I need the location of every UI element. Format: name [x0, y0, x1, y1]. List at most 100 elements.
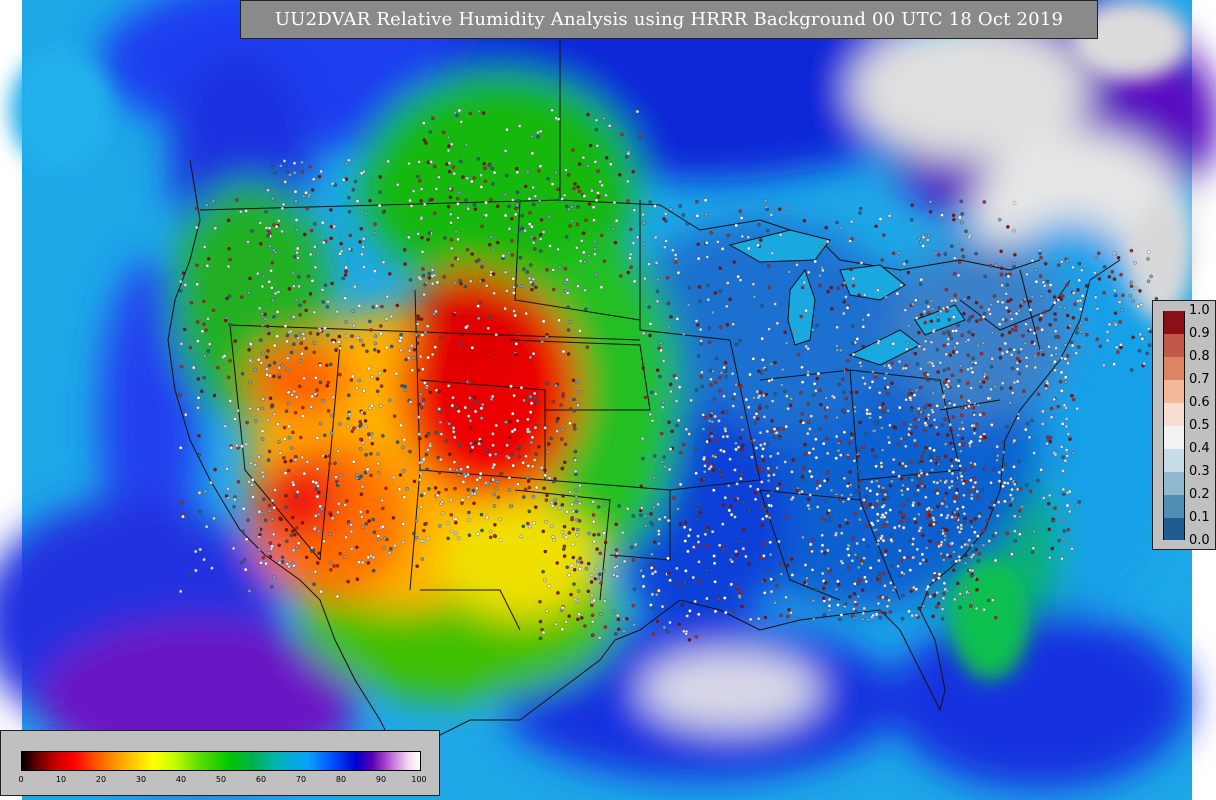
station-dot — [973, 530, 977, 534]
station-dot — [456, 473, 461, 477]
station-dot — [854, 489, 858, 494]
station-dot — [899, 436, 904, 441]
station-dot — [384, 345, 389, 350]
station-dot — [693, 599, 697, 604]
station-dot — [946, 337, 951, 341]
station-dot — [612, 573, 616, 577]
station-dot — [1013, 482, 1017, 487]
station-dot — [546, 442, 551, 446]
station-dot — [663, 464, 667, 469]
station-dot — [880, 513, 885, 517]
station-dot — [722, 394, 726, 398]
station-dot — [270, 498, 275, 503]
station-dot — [626, 151, 631, 156]
station-dot — [931, 391, 935, 396]
colorbar-tick: 0 — [18, 775, 24, 784]
station-dot — [918, 282, 923, 286]
station-dot — [886, 385, 890, 389]
station-dot — [969, 464, 974, 468]
station-dot — [952, 272, 957, 276]
station-dot — [254, 419, 258, 423]
station-dot — [931, 614, 935, 619]
station-dot — [962, 595, 966, 600]
station-dot — [312, 310, 317, 315]
station-dot — [1010, 327, 1015, 332]
station-dot — [314, 514, 318, 518]
station-dot — [650, 419, 655, 423]
station-dot — [1047, 527, 1052, 532]
station-dot — [283, 437, 287, 441]
station-dot — [626, 199, 630, 203]
station-dot — [337, 340, 341, 344]
station-dot — [1047, 289, 1052, 293]
station-dot — [622, 629, 626, 634]
station-dot — [846, 359, 850, 363]
station-dot — [478, 279, 482, 284]
station-dot — [202, 557, 206, 562]
station-dot — [349, 523, 353, 527]
station-dot — [865, 523, 869, 528]
station-dot — [315, 388, 319, 392]
station-dot — [205, 264, 210, 268]
station-dot — [711, 468, 716, 472]
station-dot — [851, 352, 856, 357]
station-dot — [1146, 279, 1151, 283]
station-dot — [1120, 308, 1124, 312]
station-dot — [712, 397, 717, 401]
station-dot — [887, 214, 892, 218]
station-dot — [349, 345, 354, 349]
station-dot — [989, 302, 993, 307]
station-dot — [1129, 280, 1133, 285]
station-dot — [693, 447, 698, 451]
station-dot — [767, 503, 772, 508]
station-dot — [659, 341, 663, 346]
station-dot — [350, 429, 355, 434]
station-dot — [724, 410, 729, 414]
station-dot — [657, 517, 662, 522]
station-dot — [814, 455, 819, 460]
station-dot — [556, 416, 560, 421]
station-dot — [377, 537, 381, 542]
station-dot — [994, 263, 999, 268]
station-dot — [459, 282, 463, 286]
station-dot — [678, 204, 682, 208]
station-dot — [725, 434, 730, 439]
station-dot — [900, 570, 904, 575]
station-dot — [915, 547, 920, 552]
station-dot — [419, 405, 424, 410]
station-dot — [226, 487, 230, 491]
station-dot — [815, 323, 819, 328]
station-dot — [382, 546, 386, 550]
station-dot — [643, 276, 647, 281]
station-dot — [408, 400, 413, 404]
station-dot — [705, 241, 709, 245]
station-dot — [853, 582, 857, 586]
station-dot — [740, 472, 744, 477]
station-dot — [838, 617, 842, 621]
station-dot — [603, 540, 608, 545]
station-dot — [815, 486, 819, 491]
station-dot — [402, 248, 407, 252]
station-dot — [981, 341, 985, 345]
station-dot — [421, 401, 426, 406]
station-dot — [840, 561, 845, 565]
station-dot — [687, 533, 691, 538]
station-dot — [853, 553, 858, 557]
station-dot — [568, 320, 572, 324]
station-dot — [653, 392, 658, 396]
station-dot — [473, 409, 478, 414]
station-dot — [507, 488, 512, 492]
station-dot — [758, 403, 762, 408]
station-dot — [1053, 452, 1058, 457]
station-dot — [1005, 350, 1009, 354]
station-dot — [641, 584, 646, 589]
station-dot — [686, 303, 691, 307]
station-dot — [424, 434, 429, 438]
station-dot — [714, 452, 718, 457]
legend-swatch — [1163, 311, 1185, 334]
station-dot — [602, 259, 607, 263]
station-dot — [409, 343, 414, 348]
station-dot — [900, 616, 905, 621]
station-dot — [939, 309, 943, 314]
station-dot — [674, 399, 679, 403]
